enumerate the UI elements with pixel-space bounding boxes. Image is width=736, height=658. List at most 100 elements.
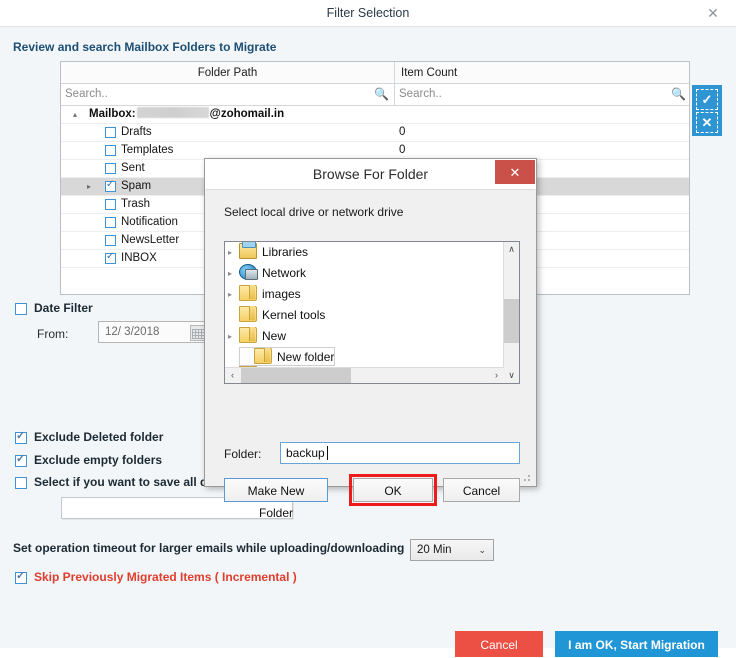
folder-checkbox[interactable] — [105, 217, 116, 228]
folder-name: INBOX — [121, 252, 157, 264]
dialog-titlebar: Browse For Folder ✕ — [205, 159, 536, 189]
folder-checkbox[interactable] — [105, 163, 116, 174]
folder-item-count: 0 — [399, 144, 406, 156]
search-divider — [394, 84, 395, 105]
browse-for-folder-dialog: Browse For Folder ✕ Select local drive o… — [204, 158, 537, 520]
folder-name: NewsLetter — [121, 234, 180, 246]
date-from-value: 12/ 3/2018 — [105, 326, 160, 338]
folder-item-count: 0 — [399, 126, 406, 138]
dialog-title: Browse For Folder — [312, 166, 429, 182]
make-new-folder-button[interactable]: Make New Folder — [224, 478, 328, 520]
folder-checkbox[interactable] — [105, 145, 116, 156]
folder-name: Sent — [121, 162, 145, 174]
tree-item-images[interactable]: ▸ images — [225, 284, 519, 305]
chevron-down-icon: ⌄ — [478, 545, 486, 555]
folder-icon — [254, 348, 272, 364]
tree-item-new-folder[interactable]: New folder — [239, 347, 336, 366]
folder-icon — [239, 285, 257, 301]
chevron-right-icon[interactable]: ▸ — [228, 242, 238, 263]
column-header-folder-path[interactable]: Folder Path — [61, 62, 394, 84]
redacted-username — [136, 107, 209, 118]
close-icon[interactable]: ✕ — [495, 160, 535, 184]
exclude-deleted-folder-checkbox[interactable] — [15, 430, 27, 444]
column-header-item-count[interactable]: Item Count — [395, 62, 601, 84]
mailbox-prefix: Mailbox: — [89, 108, 136, 120]
resize-grip-icon[interactable] — [521, 472, 531, 482]
table-row[interactable]: Drafts 0 — [61, 124, 689, 142]
tree-item-label: images — [262, 287, 301, 301]
tree-item-label: Libraries — [262, 245, 309, 259]
folder-checkbox[interactable] — [105, 199, 116, 210]
folder-name: Spam — [121, 180, 152, 192]
chevron-right-icon[interactable]: ▸ — [228, 326, 238, 347]
chevron-right-icon[interactable]: ▸ — [87, 182, 97, 192]
scroll-left-icon[interactable]: ‹ — [225, 368, 240, 383]
grid-search-row: Search.. 🔍 Search.. 🔍 — [61, 84, 689, 106]
scrollbar-thumb[interactable] — [504, 299, 519, 343]
folder-checkbox[interactable] — [105, 127, 116, 138]
tree-item-kernel-tools[interactable]: Kernel tools — [225, 305, 519, 326]
uncheck-all-button[interactable]: ✕ — [696, 112, 718, 133]
tree-item-network[interactable]: ▸ Network — [225, 263, 519, 284]
folder-tree[interactable]: ▸ Libraries ▸ Network ▸ images Kernel to… — [224, 241, 520, 384]
ok-button[interactable]: OK — [353, 478, 433, 502]
dialog-body: Select local drive or network drive ▸ Li… — [206, 189, 535, 520]
tree-item-libraries[interactable]: ▸ Libraries — [225, 242, 519, 263]
page-title: Review and search Mailbox Folders to Mig… — [13, 40, 277, 54]
timeout-select[interactable]: 20 Min ⌄ — [410, 539, 494, 561]
folder-icon — [239, 306, 257, 322]
folder-name-label: Folder: — [224, 447, 262, 461]
folder-name-input[interactable]: backup — [280, 442, 520, 464]
date-from-input[interactable]: 12/ 3/2018 — [98, 321, 210, 343]
table-row-mailbox[interactable]: ▴ Mailbox: @zohomail.in — [61, 106, 689, 124]
network-icon — [239, 264, 258, 280]
scrollbar-thumb[interactable] — [241, 368, 351, 383]
folder-checkbox[interactable] — [105, 235, 116, 246]
chevron-right-icon[interactable]: ▸ — [228, 284, 238, 305]
exclude-empty-folders-checkbox[interactable] — [15, 453, 27, 467]
tree-item-new-folder-wrap: New folder — [225, 347, 519, 366]
window-title: Filter Selection — [326, 6, 410, 20]
item-count-search-input[interactable]: Search.. — [399, 84, 442, 105]
timeout-value: 20 Min — [417, 544, 452, 556]
dialog-prompt: Select local drive or network drive — [224, 205, 404, 219]
tree-item-new[interactable]: ▸ New — [225, 326, 519, 347]
mailbox-domain: @zohomail.in — [209, 108, 285, 120]
search-icon[interactable]: 🔍 — [671, 87, 686, 102]
window-titlebar: Filter Selection ✕ — [0, 0, 736, 27]
grid-side-buttons: ✓ ✕ — [692, 85, 722, 136]
mailbox-label: Mailbox: @zohomail.in — [89, 106, 284, 123]
cancel-button[interactable]: Cancel — [455, 631, 543, 657]
scroll-up-icon[interactable]: ∧ — [504, 242, 519, 257]
folder-checkbox[interactable] — [105, 179, 116, 192]
tree-item-label: New — [262, 329, 287, 343]
skip-migrated-items-label: Skip Previously Migrated Items ( Increme… — [34, 570, 297, 584]
scroll-down-icon[interactable]: ∨ — [504, 368, 519, 383]
save-all-data-checkbox[interactable] — [15, 477, 27, 489]
exclude-deleted-folder-label: Exclude Deleted folder — [34, 430, 164, 444]
from-label: From: — [37, 327, 69, 341]
grid-header-row: Folder Path Item Count — [61, 62, 689, 84]
chevron-down-icon[interactable]: ▴ — [73, 110, 83, 120]
tree-vertical-scrollbar[interactable]: ∧ ∨ — [503, 242, 519, 383]
start-migration-button[interactable]: I am OK, Start Migration — [555, 631, 718, 657]
skip-migrated-items-checkbox[interactable] — [15, 570, 27, 584]
dialog-cancel-button[interactable]: Cancel — [443, 478, 520, 502]
folder-path-search-input[interactable]: Search.. — [65, 84, 108, 105]
folder-name-value: backup — [286, 446, 325, 460]
tree-item-label: Kernel tools — [262, 308, 326, 322]
close-icon[interactable]: ✕ — [700, 0, 726, 26]
folder-checkbox[interactable] — [105, 251, 116, 264]
folder-icon — [239, 327, 257, 343]
date-filter-label: Date Filter — [34, 301, 93, 315]
folder-name: Drafts — [121, 126, 152, 138]
search-icon[interactable]: 🔍 — [374, 87, 389, 102]
tree-horizontal-scrollbar[interactable]: ‹ › — [225, 367, 504, 383]
save-all-data-label: Select if you want to save all data — [34, 475, 225, 489]
text-caret — [327, 446, 328, 460]
scroll-right-icon[interactable]: › — [489, 368, 504, 383]
chevron-right-icon[interactable]: ▸ — [228, 263, 238, 284]
check-all-button[interactable]: ✓ — [696, 89, 718, 110]
date-filter-checkbox[interactable] — [15, 303, 27, 315]
exclude-empty-folders-label: Exclude empty folders — [34, 453, 163, 467]
